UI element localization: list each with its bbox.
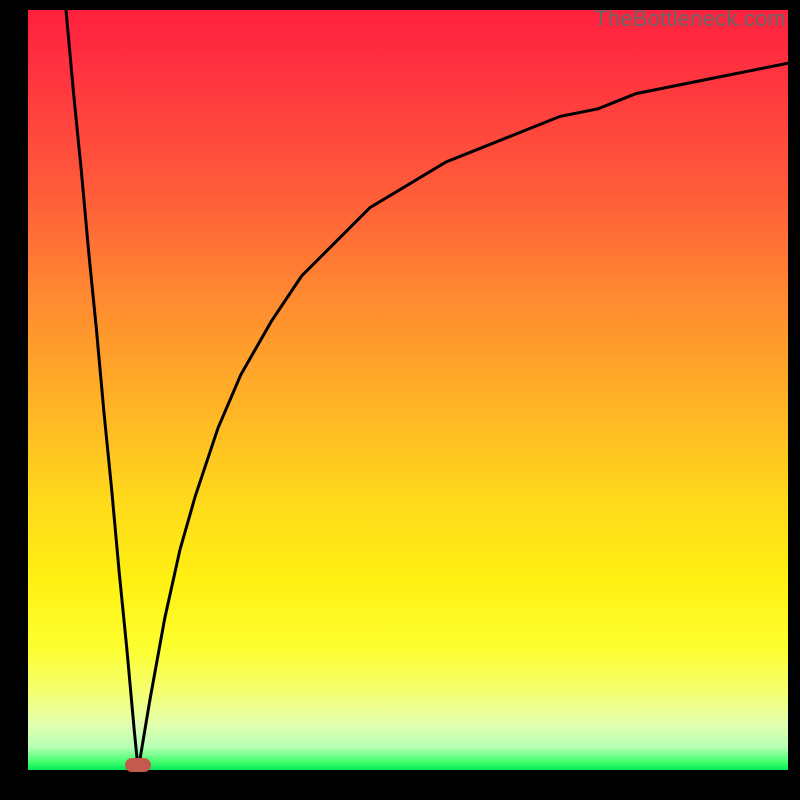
- curve-right-branch: [138, 63, 788, 770]
- chart-frame: TheBottleneck.com: [0, 0, 800, 800]
- watermark-text: TheBottleneck.com: [594, 6, 786, 32]
- plot-area: [28, 10, 788, 770]
- minimum-marker: [125, 758, 151, 772]
- curve-left-branch: [66, 10, 138, 770]
- curve-svg: [28, 10, 788, 770]
